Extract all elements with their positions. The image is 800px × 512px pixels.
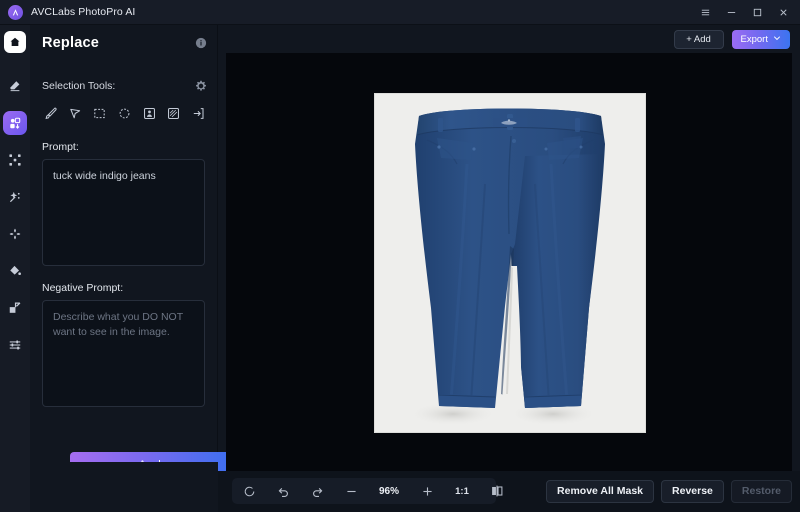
selection-tools-list	[30, 101, 217, 125]
sidebar-item-adjustments[interactable]	[3, 333, 27, 357]
rectangle-marquee-icon[interactable]	[89, 103, 110, 124]
title-bar: AVCLabs PhotoPro AI	[0, 0, 800, 25]
undo-icon[interactable]	[266, 478, 300, 504]
brush-icon[interactable]	[40, 103, 61, 124]
zoom-level: 96%	[378, 485, 399, 497]
top-action-bar: + Add Export	[218, 25, 800, 53]
selection-tools-row: Selection Tools:	[30, 75, 217, 97]
reset-icon[interactable]	[232, 478, 266, 504]
add-image-button[interactable]: + Add	[673, 29, 724, 49]
sidebar-item-replace[interactable]	[3, 111, 27, 135]
sidebar-item-retouch[interactable]	[3, 222, 27, 246]
sidebar-item-color-fill[interactable]	[3, 259, 27, 283]
import-mask-icon[interactable]	[188, 103, 209, 124]
background-select-icon[interactable]	[164, 103, 185, 124]
app-window: AVCLabs PhotoPro AI Replace Selection To…	[0, 0, 800, 512]
restore-button: Restore	[730, 479, 792, 503]
gear-icon[interactable]	[195, 80, 207, 92]
sidebar-item-expand[interactable]	[3, 148, 27, 172]
minimize-icon[interactable]	[718, 0, 744, 25]
maximize-icon[interactable]	[744, 0, 770, 25]
image-canvas[interactable]	[226, 53, 792, 471]
reverse-button[interactable]: Reverse	[661, 479, 724, 503]
compare-split-icon[interactable]	[480, 478, 514, 504]
window-controls	[692, 0, 800, 25]
mask-action-bar: Remove All Mask Reverse Restore	[546, 478, 792, 504]
selection-tools-label: Selection Tools:	[42, 80, 116, 92]
lasso-pointer-icon[interactable]	[65, 103, 86, 124]
app-title: AVCLabs PhotoPro AI	[31, 6, 136, 18]
negative-prompt-label: Negative Prompt:	[42, 282, 124, 294]
export-button-label: Export	[740, 33, 768, 45]
sidebar-item-upscale[interactable]	[3, 296, 27, 320]
chevron-down-icon	[773, 34, 781, 45]
sidebar-item-enhance[interactable]	[3, 185, 27, 209]
export-button[interactable]: Export	[731, 29, 790, 49]
zoom-in-button[interactable]	[410, 478, 444, 504]
home-icon[interactable]	[4, 31, 26, 53]
zoom-toolbar: 96% 1:1	[232, 478, 503, 504]
zoom-out-button[interactable]	[334, 478, 368, 504]
avclabs-logo-icon	[8, 4, 23, 20]
info-icon[interactable]	[195, 37, 207, 49]
redo-icon[interactable]	[300, 478, 334, 504]
jeans-photo	[375, 94, 645, 432]
close-icon[interactable]	[770, 0, 796, 25]
panel-header: Replace	[30, 25, 217, 61]
remove-all-mask-button[interactable]: Remove All Mask	[546, 479, 655, 503]
panel-bottom-spacer	[30, 462, 218, 512]
prompt-label: Prompt:	[42, 141, 79, 153]
hamburger-menu-icon[interactable]	[692, 0, 718, 25]
image-preview	[375, 94, 645, 432]
prompt-input[interactable]: tuck wide indigo jeans	[42, 159, 205, 266]
sidebar-item-object-eraser[interactable]	[3, 74, 27, 98]
negative-prompt-input[interactable]: Describe what you DO NOT want to see in …	[42, 300, 205, 407]
page-title: Replace	[42, 35, 100, 51]
tool-rail	[0, 25, 30, 512]
ellipse-marquee-icon[interactable]	[114, 103, 135, 124]
zoom-ratio-button[interactable]: 1:1	[444, 478, 480, 504]
subject-select-icon[interactable]	[139, 103, 160, 124]
side-panel: Replace Selection Tools: Prompt: tuck wi…	[30, 25, 235, 512]
